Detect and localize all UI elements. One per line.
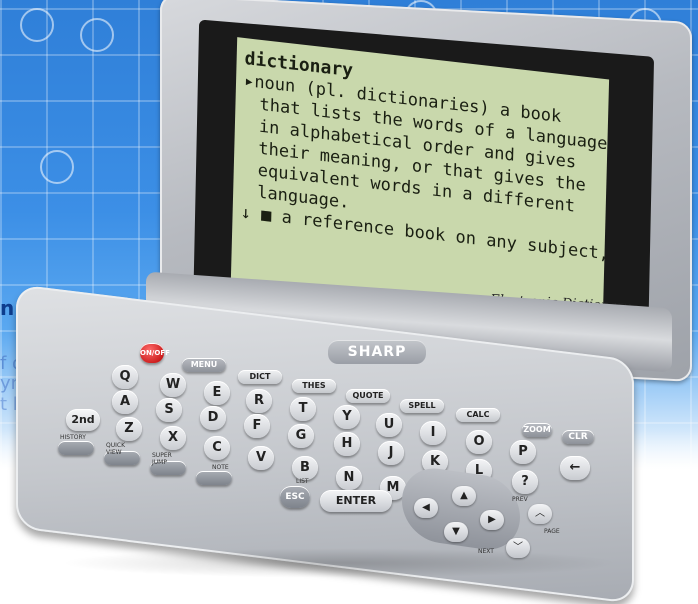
background-text-1: n (0, 296, 15, 320)
quote-key[interactable]: QUOTE (346, 389, 390, 403)
key-z[interactable]: Z (116, 417, 142, 441)
device-shadow (60, 548, 620, 578)
background-circle (20, 8, 54, 42)
key-a[interactable]: A (112, 390, 138, 414)
clr-key[interactable]: CLR (562, 430, 594, 444)
quick-view-label: QUICK VIEW (106, 442, 126, 456)
key-h[interactable]: H (334, 432, 360, 456)
key-e[interactable]: E (204, 381, 230, 405)
key-j[interactable]: J (378, 441, 404, 465)
key-w[interactable]: W (160, 373, 186, 397)
history-label: HISTORY (60, 434, 86, 441)
note-label: NOTE (212, 464, 229, 471)
power-button[interactable]: ON/OFF (140, 343, 170, 363)
key-f[interactable]: F (244, 414, 270, 438)
enter-key[interactable]: ENTER (320, 490, 392, 512)
prev-page-key[interactable]: ︿ (528, 504, 552, 524)
key-s[interactable]: S (156, 398, 182, 422)
menu-key[interactable]: MENU (182, 358, 226, 372)
second-key[interactable]: 2nd (66, 409, 100, 431)
next-page-key[interactable]: ﹀ (506, 538, 530, 558)
calc-key[interactable]: CALC (456, 408, 500, 422)
esc-key[interactable]: ESC (280, 486, 310, 508)
key-o[interactable]: O (466, 430, 492, 454)
sharp-logo: SHARP (328, 340, 426, 364)
key-g[interactable]: G (288, 424, 314, 448)
key-y[interactable]: Y (334, 405, 360, 429)
down-arrow-key[interactable]: ▼ (444, 522, 468, 542)
key-q[interactable]: Q (112, 365, 138, 389)
note-key[interactable] (196, 471, 232, 485)
key-c[interactable]: C (204, 436, 230, 460)
up-arrow-key[interactable]: ▲ (452, 486, 476, 506)
key-i[interactable]: I (420, 421, 446, 445)
zoom-key[interactable]: ZOOM (522, 423, 552, 437)
right-arrow-key[interactable]: ▶ (480, 510, 504, 530)
key-t[interactable]: T (290, 397, 316, 421)
thes-key[interactable]: THES (292, 379, 336, 393)
list-label: LIST (296, 478, 309, 485)
lcd-screen: dictionary ▸noun (pl. dictionaries) a bo… (230, 37, 610, 321)
page-label: PAGE (544, 528, 560, 535)
background-circle (40, 150, 74, 184)
dict-key[interactable]: DICT (238, 370, 282, 384)
spell-key[interactable]: SPELL (400, 399, 444, 413)
history-key[interactable] (58, 441, 94, 455)
key-u[interactable]: U (376, 413, 402, 437)
next-label: NEXT (478, 548, 494, 555)
key-r[interactable]: R (246, 389, 272, 413)
key-b[interactable]: B (292, 456, 318, 480)
key-p[interactable]: P (510, 440, 536, 464)
key-v[interactable]: V (248, 446, 274, 470)
background-circle (80, 18, 114, 52)
super-jump-label: SUPER JUMP (152, 452, 172, 466)
prev-label: PREV (512, 496, 528, 503)
key-d[interactable]: D (200, 406, 226, 430)
back-key[interactable]: ← (560, 456, 590, 480)
left-arrow-key[interactable]: ◀ (414, 498, 438, 518)
key-x[interactable]: X (160, 426, 186, 450)
key-question[interactable]: ? (512, 470, 538, 494)
key-n[interactable]: N (336, 466, 362, 490)
